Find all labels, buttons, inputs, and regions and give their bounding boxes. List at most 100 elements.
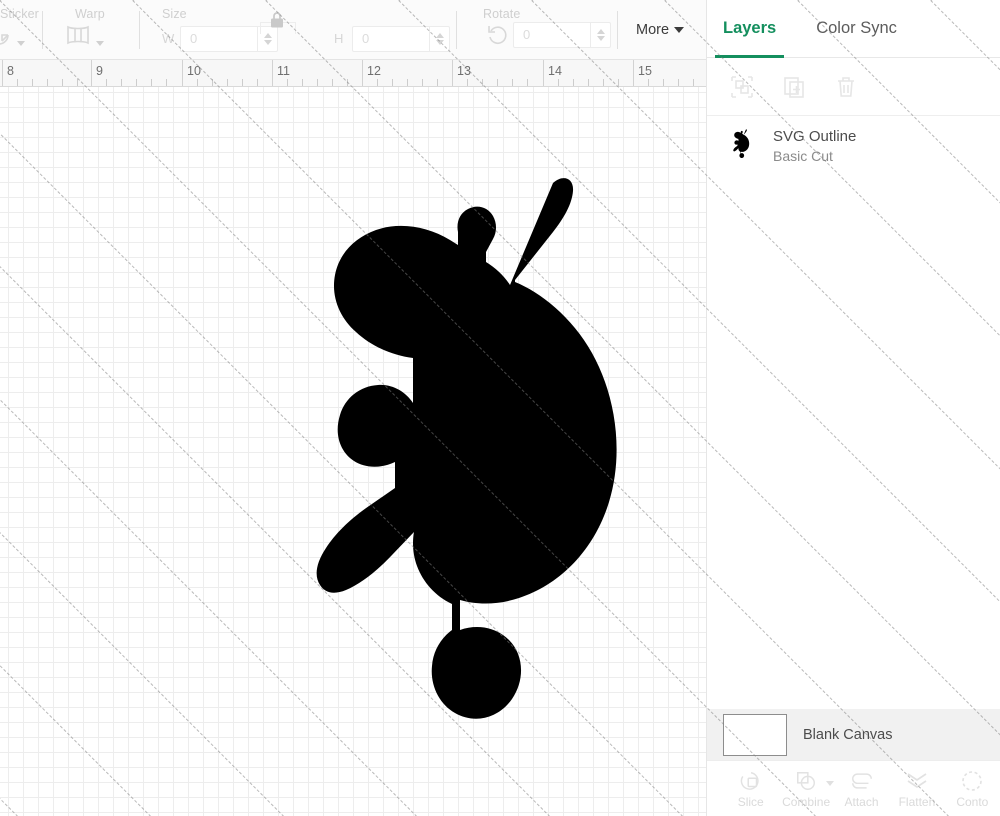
- ruler-minor-tick: [407, 79, 408, 86]
- ruler-minor-tick: [618, 79, 619, 86]
- group-icon[interactable]: [729, 74, 755, 100]
- warp-chevron-down-icon[interactable]: [96, 41, 104, 46]
- flatten-label: Flatten: [899, 795, 936, 809]
- layer-row-svg-outline[interactable]: SVG Outline Basic Cut: [707, 117, 1000, 175]
- ruler-minor-tick: [32, 79, 33, 86]
- toolbar-divider-2: [139, 11, 140, 49]
- rotate-icon[interactable]: [483, 18, 513, 52]
- ruler-minor-tick: [302, 79, 303, 86]
- ruler-minor-tick: [663, 79, 664, 86]
- toolbar-group-rotate: Rotate 0: [477, 0, 611, 60]
- duplicate-icon[interactable]: [781, 74, 807, 100]
- contour-label: Conto: [956, 795, 988, 809]
- ruler-major-tick: [272, 60, 273, 87]
- layer-list: SVG Outline Basic Cut: [707, 117, 1000, 709]
- attach-label: Attach: [845, 795, 879, 809]
- ruler-minor-tick: [558, 79, 559, 86]
- more-label: More: [636, 22, 669, 38]
- layer-tools-bar: [707, 58, 1000, 116]
- sticker-group-label: Sticker: [0, 7, 39, 21]
- ruler-minor-tick: [106, 79, 107, 86]
- horizontal-ruler[interactable]: 89101112131415: [0, 60, 706, 87]
- layer-subtitle: Basic Cut: [773, 148, 856, 164]
- right-panel: Layers Color Sync: [706, 0, 1000, 816]
- size-group-label: Size: [162, 7, 187, 21]
- contour-button[interactable]: Conto: [945, 769, 1000, 809]
- warp-icon[interactable]: [61, 18, 95, 52]
- sticker-chevron-down-icon[interactable]: [17, 41, 25, 46]
- ruler-minor-tick: [77, 79, 78, 86]
- slice-label: Slice: [738, 795, 764, 809]
- combine-label: Combine: [782, 795, 830, 809]
- ruler-minor-tick: [603, 79, 604, 86]
- ruler-tick-label: 13: [457, 64, 471, 78]
- ruler-minor-tick: [482, 79, 483, 86]
- ruler-minor-tick: [62, 79, 63, 86]
- ruler-minor-tick: [648, 79, 649, 86]
- ruler-minor-tick: [212, 79, 213, 86]
- toolbar-group-warp[interactable]: Warp: [61, 0, 133, 60]
- ruler-minor-tick: [332, 79, 333, 86]
- tab-color-sync[interactable]: Color Sync: [816, 0, 897, 58]
- ruler-minor-tick: [47, 79, 48, 86]
- ruler-minor-tick: [17, 79, 18, 86]
- blank-canvas-label: Blank Canvas: [803, 727, 892, 743]
- artwork-blackletter-p[interactable]: [272, 172, 652, 812]
- slice-button[interactable]: Slice: [723, 769, 778, 809]
- ruler-minor-tick: [287, 79, 288, 86]
- toolbar-group-size: Size W 0 H: [156, 0, 450, 60]
- height-label: H: [334, 31, 352, 46]
- width-label: W: [162, 31, 180, 46]
- ruler-major-tick: [2, 60, 3, 87]
- more-button[interactable]: More: [636, 0, 684, 60]
- rotate-stepper[interactable]: [590, 23, 610, 47]
- toolbar-group-sticker[interactable]: Sticker: [0, 0, 36, 60]
- flatten-button[interactable]: Flatten: [889, 769, 944, 809]
- lock-icon[interactable]: [268, 10, 286, 35]
- ruler-major-tick: [452, 60, 453, 87]
- height-stepper[interactable]: [429, 27, 449, 51]
- tab-layers[interactable]: Layers: [723, 0, 776, 58]
- sticker-icon[interactable]: [0, 18, 16, 52]
- ruler-major-tick: [182, 60, 183, 87]
- ruler-tick-label: 12: [367, 64, 381, 78]
- height-input[interactable]: 0: [352, 26, 450, 52]
- layer-thumbnail: [723, 127, 759, 165]
- ruler-minor-tick: [467, 79, 468, 86]
- rotate-input[interactable]: 0: [513, 22, 611, 48]
- slice-icon: [740, 769, 762, 793]
- ruler-minor-tick: [347, 79, 348, 86]
- ruler-minor-tick: [166, 79, 167, 86]
- attach-button[interactable]: Attach: [834, 769, 889, 809]
- ruler-tick-label: 8: [7, 64, 14, 78]
- height-value: 0: [353, 27, 429, 51]
- ruler-minor-tick: [678, 79, 679, 86]
- panel-tab-bar: Layers Color Sync: [707, 0, 1000, 58]
- app-root: Sticker Warp Size W: [0, 0, 1000, 816]
- toolbar-divider-1: [42, 11, 43, 49]
- ruler-minor-tick: [136, 79, 137, 86]
- ruler-minor-tick: [242, 79, 243, 86]
- ruler-tick-label: 14: [548, 64, 562, 78]
- design-canvas[interactable]: [0, 87, 706, 816]
- canvas-color-swatch[interactable]: [723, 714, 787, 756]
- ruler-major-tick: [91, 60, 92, 87]
- ruler-minor-tick: [573, 79, 574, 86]
- contour-icon: [960, 769, 984, 793]
- combine-button[interactable]: Combine: [778, 769, 833, 809]
- ruler-major-tick: [633, 60, 634, 87]
- warp-group-label: Warp: [75, 7, 105, 21]
- ruler-minor-tick: [497, 79, 498, 86]
- ruler-minor-tick: [317, 79, 318, 86]
- flatten-icon: [905, 769, 929, 793]
- delete-icon[interactable]: [833, 74, 859, 100]
- ruler-tick-label: 10: [187, 64, 201, 78]
- ruler-tick-label: 15: [638, 64, 652, 78]
- tab-layers-label: Layers: [723, 19, 776, 38]
- rotate-field-row: 0: [477, 18, 611, 52]
- panel-bottom-toolbar: Slice Combine Attach: [707, 760, 1000, 816]
- blank-canvas-row[interactable]: Blank Canvas: [707, 709, 1000, 760]
- toolbar-divider-4: [617, 11, 618, 49]
- ruler-minor-tick: [527, 79, 528, 86]
- ruler-minor-tick: [422, 79, 423, 86]
